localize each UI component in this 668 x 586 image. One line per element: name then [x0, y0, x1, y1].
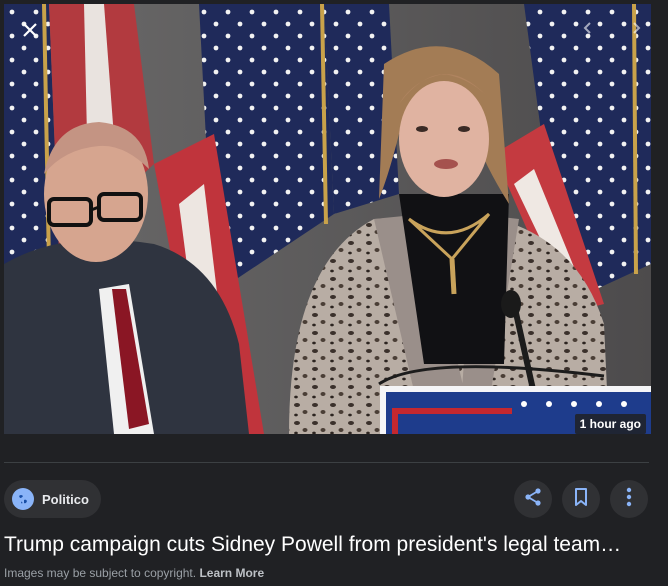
share-icon	[523, 487, 543, 512]
globe-icon	[12, 488, 34, 510]
news-photo[interactable]	[4, 4, 651, 434]
copyright-text: Images may be subject to copyright.	[4, 566, 197, 580]
chevron-right-icon	[629, 21, 643, 35]
learn-more-link[interactable]: Learn More	[199, 566, 264, 580]
save-button[interactable]	[562, 480, 600, 518]
bookmark-icon	[572, 487, 590, 512]
chevron-left-icon	[581, 21, 595, 35]
previous-image-button[interactable]	[576, 16, 600, 40]
next-image-button[interactable]	[624, 16, 648, 40]
close-icon	[21, 21, 39, 39]
divider	[4, 462, 649, 463]
timestamp-badge: 1 hour ago	[574, 414, 646, 434]
share-button[interactable]	[514, 480, 552, 518]
more-options-button[interactable]	[610, 480, 648, 518]
source-name: Politico	[42, 491, 89, 507]
more-vert-icon	[626, 487, 632, 512]
source-chip[interactable]: Politico	[4, 480, 101, 518]
image-viewer: 1 hour ago Politico Trump campaign cuts …	[0, 0, 668, 586]
article-title[interactable]: Trump campaign cuts Sidney Powell from p…	[4, 533, 664, 557]
copyright-notice: Images may be subject to copyright. Lear…	[4, 566, 264, 580]
close-button[interactable]	[14, 14, 46, 46]
